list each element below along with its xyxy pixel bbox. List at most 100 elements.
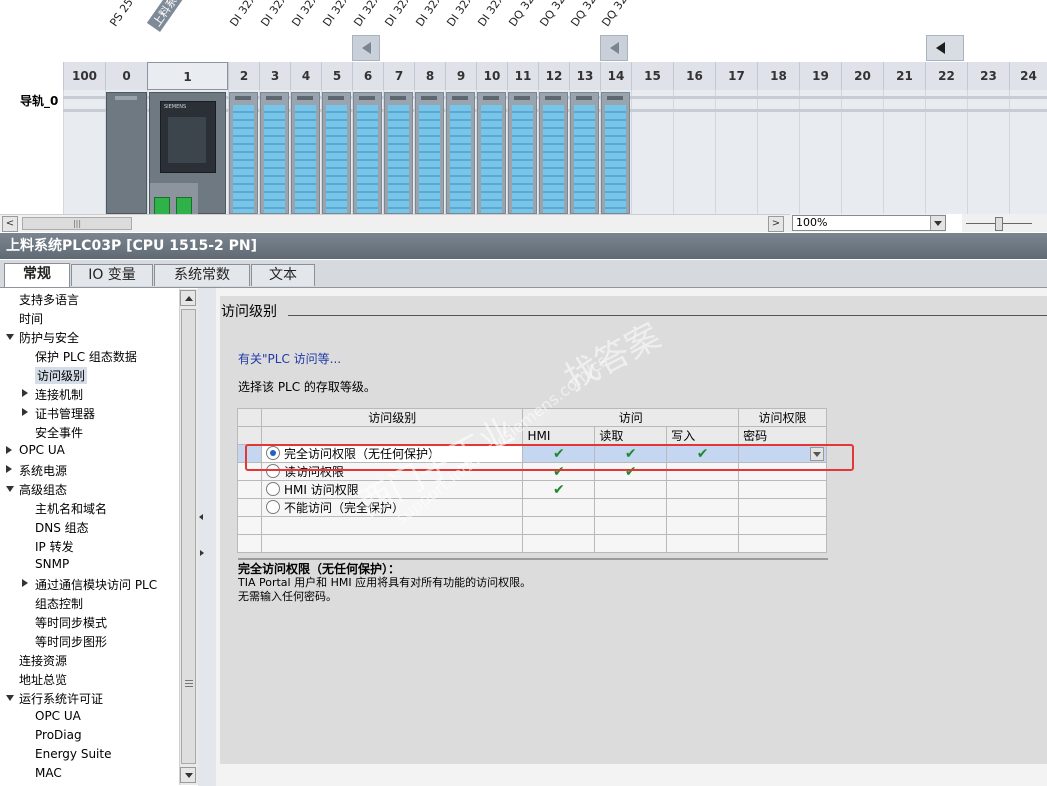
slot-number: 16 [673,62,715,90]
io-module[interactable] [601,92,630,214]
slot-number: 7 [383,62,414,90]
module-label: PS 25W [107,0,143,29]
module-label: DQ 32 [537,0,568,30]
cpu-module[interactable]: SIEMENS [149,92,226,215]
nav-item[interactable]: 组态控制 [35,595,83,612]
collapse-arrow-icon[interactable] [6,446,12,454]
collapse-arrow-icon[interactable] [22,579,28,587]
io-module[interactable] [415,92,444,214]
radio-button[interactable] [265,500,280,514]
collapse-arrow-icon[interactable] [22,389,28,397]
tab-general[interactable]: 常规 [4,263,70,287]
nav-item[interactable]: DNS 组态 [35,519,89,536]
slot-number: 4 [290,62,321,90]
nav-item[interactable]: 连接机制 [35,386,83,403]
scroll-up-icon[interactable] [180,290,196,306]
tab-texts[interactable]: 文本 [251,264,315,286]
scroll-thumb[interactable]: ||| [22,217,132,230]
collapse-arrow-icon[interactable] [6,465,12,473]
zoom-select[interactable]: 100% [792,215,946,231]
nav-item[interactable]: 运行系统许可证 [19,690,103,707]
slot-number: 23 [967,62,1009,90]
nav-item[interactable]: 连接资源 [19,652,67,669]
power-supply-module[interactable] [106,92,147,214]
nav-item[interactable]: SNMP [35,557,69,571]
nav-item[interactable]: 访问级别 [35,367,88,384]
help-link[interactable]: 有关"PLC 访问等... [238,350,341,367]
slot-number: 19 [799,62,841,90]
io-module[interactable] [477,92,506,214]
nav-item[interactable]: 安全事件 [35,424,83,441]
nav-item[interactable]: 证书管理器 [35,405,95,422]
access-level-row[interactable]: 不能访问（完全保护） [237,498,827,517]
horizontal-scrollbar[interactable]: < ||| > [0,214,790,232]
nav-item[interactable]: 系统电源 [19,462,67,479]
module-label: DI 32x [413,0,445,29]
nav-item[interactable]: 时间 [19,310,43,327]
nav-scrollbar[interactable] [179,289,198,785]
ethernet-port-icon [154,197,170,215]
scroll-left-arrow-icon[interactable] [352,35,380,61]
nav-item[interactable]: MAC [35,766,62,780]
module-label: DI 32x [289,0,321,29]
module-label: DI 32x [475,0,507,29]
slot-number: 6 [352,62,383,90]
io-module[interactable] [570,92,599,214]
nav-item[interactable]: 支持多语言 [19,291,79,308]
scroll-left-icon[interactable]: < [2,216,18,232]
module-label: DQ 32 [568,0,599,30]
scroll-thumb[interactable] [181,309,196,764]
io-module[interactable] [446,92,475,214]
io-module[interactable] [260,92,289,214]
io-module[interactable] [322,92,351,214]
module-label: DI 32x [444,0,476,29]
io-module[interactable] [353,92,382,214]
nav-item[interactable]: 地址总览 [19,671,67,688]
chevron-down-icon[interactable] [930,216,945,230]
zoom-slider[interactable] [962,214,1047,232]
password-cell [738,480,827,499]
slot-number: 21 [883,62,925,90]
hmi-check-icon: ✔ [522,480,596,499]
io-module[interactable] [384,92,413,214]
nav-item[interactable]: IP 转发 [35,538,74,555]
expand-arrow-icon[interactable] [6,695,14,701]
scroll-down-icon[interactable] [180,767,196,783]
nav-item[interactable]: 等时同步图形 [35,633,107,650]
splitter-left-arrow-icon[interactable] [199,514,203,520]
collapse-arrow-icon[interactable] [22,408,28,416]
slot-number: 5 [321,62,352,90]
module-label: 上料系 [146,0,183,32]
nav-item[interactable]: 保护 PLC 组态数据 [35,348,137,365]
expand-arrow-icon[interactable] [6,334,14,340]
nav-item[interactable]: ProDiag [35,728,82,742]
tab-system-constants[interactable]: 系统常数 [154,264,250,286]
io-module[interactable] [229,92,258,214]
io-module[interactable] [539,92,568,214]
scroll-left-arrow-icon[interactable] [600,35,628,61]
nav-item[interactable]: 等时同步模式 [35,614,107,631]
nav-item[interactable]: 主机名和域名 [35,500,107,517]
scroll-left-arrow-icon[interactable] [926,35,964,61]
radio-button[interactable] [265,482,280,496]
nav-item[interactable]: 高级组态 [19,481,67,498]
nav-item[interactable]: OPC UA [19,443,65,457]
access-level-row[interactable]: HMI 访问权限 ✔ [237,480,827,499]
cpu-brand-label: SIEMENS [164,104,187,110]
col-header-hmi: HMI [522,426,596,445]
rail-label: 导轨_0 [20,94,59,108]
nav-item[interactable]: Energy Suite [35,747,111,761]
io-module[interactable] [291,92,320,214]
scroll-right-icon[interactable]: > [768,216,784,232]
io-module[interactable] [508,92,537,214]
nav-item[interactable]: 通过通信模块访问 PLC [35,576,157,593]
expand-arrow-icon[interactable] [6,486,14,492]
tab-io-tags[interactable]: IO 变量 [71,264,153,286]
device-view: PS 25W 上料系 DI 32x DI 32x DI 32x DI 32x DI 32x D… [0,0,1047,232]
properties-title: 上料系统PLC03P [CPU 1515-2 PN] [0,233,1047,259]
pane-splitter[interactable] [198,288,216,786]
splitter-right-arrow-icon[interactable] [200,550,204,556]
nav-item[interactable]: OPC UA [35,709,81,723]
nav-item[interactable]: 防护与安全 [19,329,79,346]
read-check-icon [594,480,668,499]
